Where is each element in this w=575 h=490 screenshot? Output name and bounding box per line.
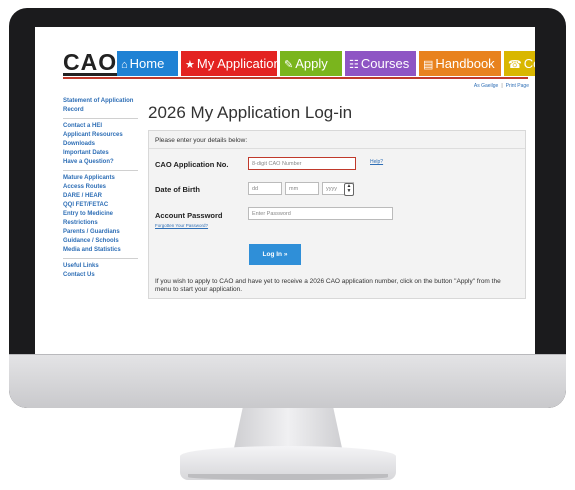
password-input[interactable]: Enter Password	[248, 207, 393, 220]
sidebar-nav: Statement of Application Record Contact a…	[63, 97, 138, 280]
sidebar-divider	[63, 170, 138, 171]
password-label: Account Password	[155, 211, 223, 220]
sidebar-item-qqi-fet-fetac[interactable]: QQI FET/FETAC	[63, 201, 138, 210]
sidebar-item-entry-to-medicine[interactable]: Entry to Medicine	[63, 210, 138, 219]
sidebar-divider	[63, 258, 138, 259]
login-form: Please enter your details below: CAO App…	[148, 130, 526, 299]
sidebar-item-useful-links[interactable]: Useful Links	[63, 262, 138, 271]
application-number-input[interactable]: 8-digit CAO Number	[248, 157, 356, 170]
sidebar-item-statement-of-application-record[interactable]: Statement of Application Record	[63, 97, 138, 115]
sidebar-item-media-and-statistics[interactable]: Media and Statistics	[63, 246, 138, 255]
nav-item-label: Handbook	[435, 56, 495, 71]
nav-item-label: Apply	[295, 56, 328, 71]
print-page-link[interactable]: Print Page	[506, 83, 529, 89]
main-nav: ⌂ Home ★ My Application ✎ Apply ☷ Courses ▤ Handb…	[117, 51, 535, 76]
monitor-stand-edge	[188, 474, 388, 480]
sidebar-item-important-dates[interactable]: Important Dates	[63, 149, 138, 158]
sidebar-item-restrictions[interactable]: Restrictions	[63, 219, 138, 228]
nav-home-icon: ⌂	[121, 59, 128, 71]
sidebar-item-parents-guardians[interactable]: Parents / Guardians	[63, 228, 138, 237]
page-title: 2026 My Application Log-in	[148, 103, 353, 122]
utility-separator: |	[501, 83, 503, 89]
nav-item-label: Home	[129, 56, 165, 71]
help-link[interactable]: Help?	[370, 159, 383, 165]
irish-language-link[interactable]: As Gaeilge	[474, 83, 498, 89]
monitor-chin	[9, 354, 566, 408]
nav-item-label: My Application	[196, 56, 277, 71]
chin-divider	[9, 354, 566, 355]
sidebar-item-applicant-resources[interactable]: Applicant Resources	[63, 131, 138, 140]
nav-item-home[interactable]: ⌂ Home	[117, 51, 178, 76]
sidebar-item-have-a-question[interactable]: Have a Question?	[63, 158, 138, 167]
date-of-birth-label: Date of Birth	[155, 185, 200, 194]
monitor-stand-neck	[234, 408, 342, 448]
application-number-label: CAO Application No.	[155, 160, 229, 169]
header-divider	[63, 77, 528, 79]
login-button[interactable]: Log In »	[249, 244, 301, 265]
sidebar-item-guidance-schools[interactable]: Guidance / Schools	[63, 237, 138, 246]
sidebar-item-downloads[interactable]: Downloads	[63, 140, 138, 149]
nav-item-contact[interactable]: ☎Contact	[504, 51, 535, 76]
nav-item-my-application[interactable]: ★ My Application	[181, 51, 277, 76]
nav-item-handbook[interactable]: ▤ Handbook	[419, 51, 501, 76]
nav-item-courses[interactable]: ☷ Courses	[345, 51, 416, 76]
nav-item-label: Contact	[523, 56, 535, 71]
nav-item-label: Courses	[360, 56, 410, 71]
sidebar-divider	[63, 118, 138, 119]
nav-apply-icon: ✎	[284, 59, 294, 71]
sidebar-item-contact-a-hei[interactable]: Contact a HEI	[63, 122, 138, 131]
sidebar-item-mature-applicants[interactable]: Mature Applicants	[63, 174, 138, 183]
browser-screen: CAO ⌂ Home ★ My Application ✎ Apply ☷ Courses ▤ H…	[35, 27, 535, 354]
nav-my-application-icon: ★	[185, 59, 195, 71]
nav-handbook-icon: ▤	[423, 59, 434, 71]
sidebar-item-contact-us[interactable]: Contact Us	[63, 271, 138, 280]
sidebar-item-dare-hear[interactable]: DARE / HEAR	[63, 192, 138, 201]
apply-note: If you wish to apply to CAO and have yet…	[155, 278, 501, 293]
sidebar-item-access-routes[interactable]: Access Routes	[63, 183, 138, 192]
nav-item-apply[interactable]: ✎ Apply	[280, 51, 342, 76]
year-stepper-icon[interactable]: ▲ ▼	[344, 183, 354, 196]
forgot-password-link[interactable]: Forgotten Your Password?	[155, 223, 208, 228]
nav-courses-icon: ☷	[349, 59, 359, 71]
form-divider	[149, 148, 525, 149]
utility-links: As Gaeilge | Print Page	[474, 83, 529, 89]
dob-month-input[interactable]: mm	[285, 182, 319, 195]
form-intro: Please enter your details below:	[155, 137, 248, 144]
nav-contact-icon: ☎	[508, 59, 522, 71]
dob-day-input[interactable]: dd	[248, 182, 282, 195]
cao-logo[interactable]: CAO	[63, 51, 118, 76]
